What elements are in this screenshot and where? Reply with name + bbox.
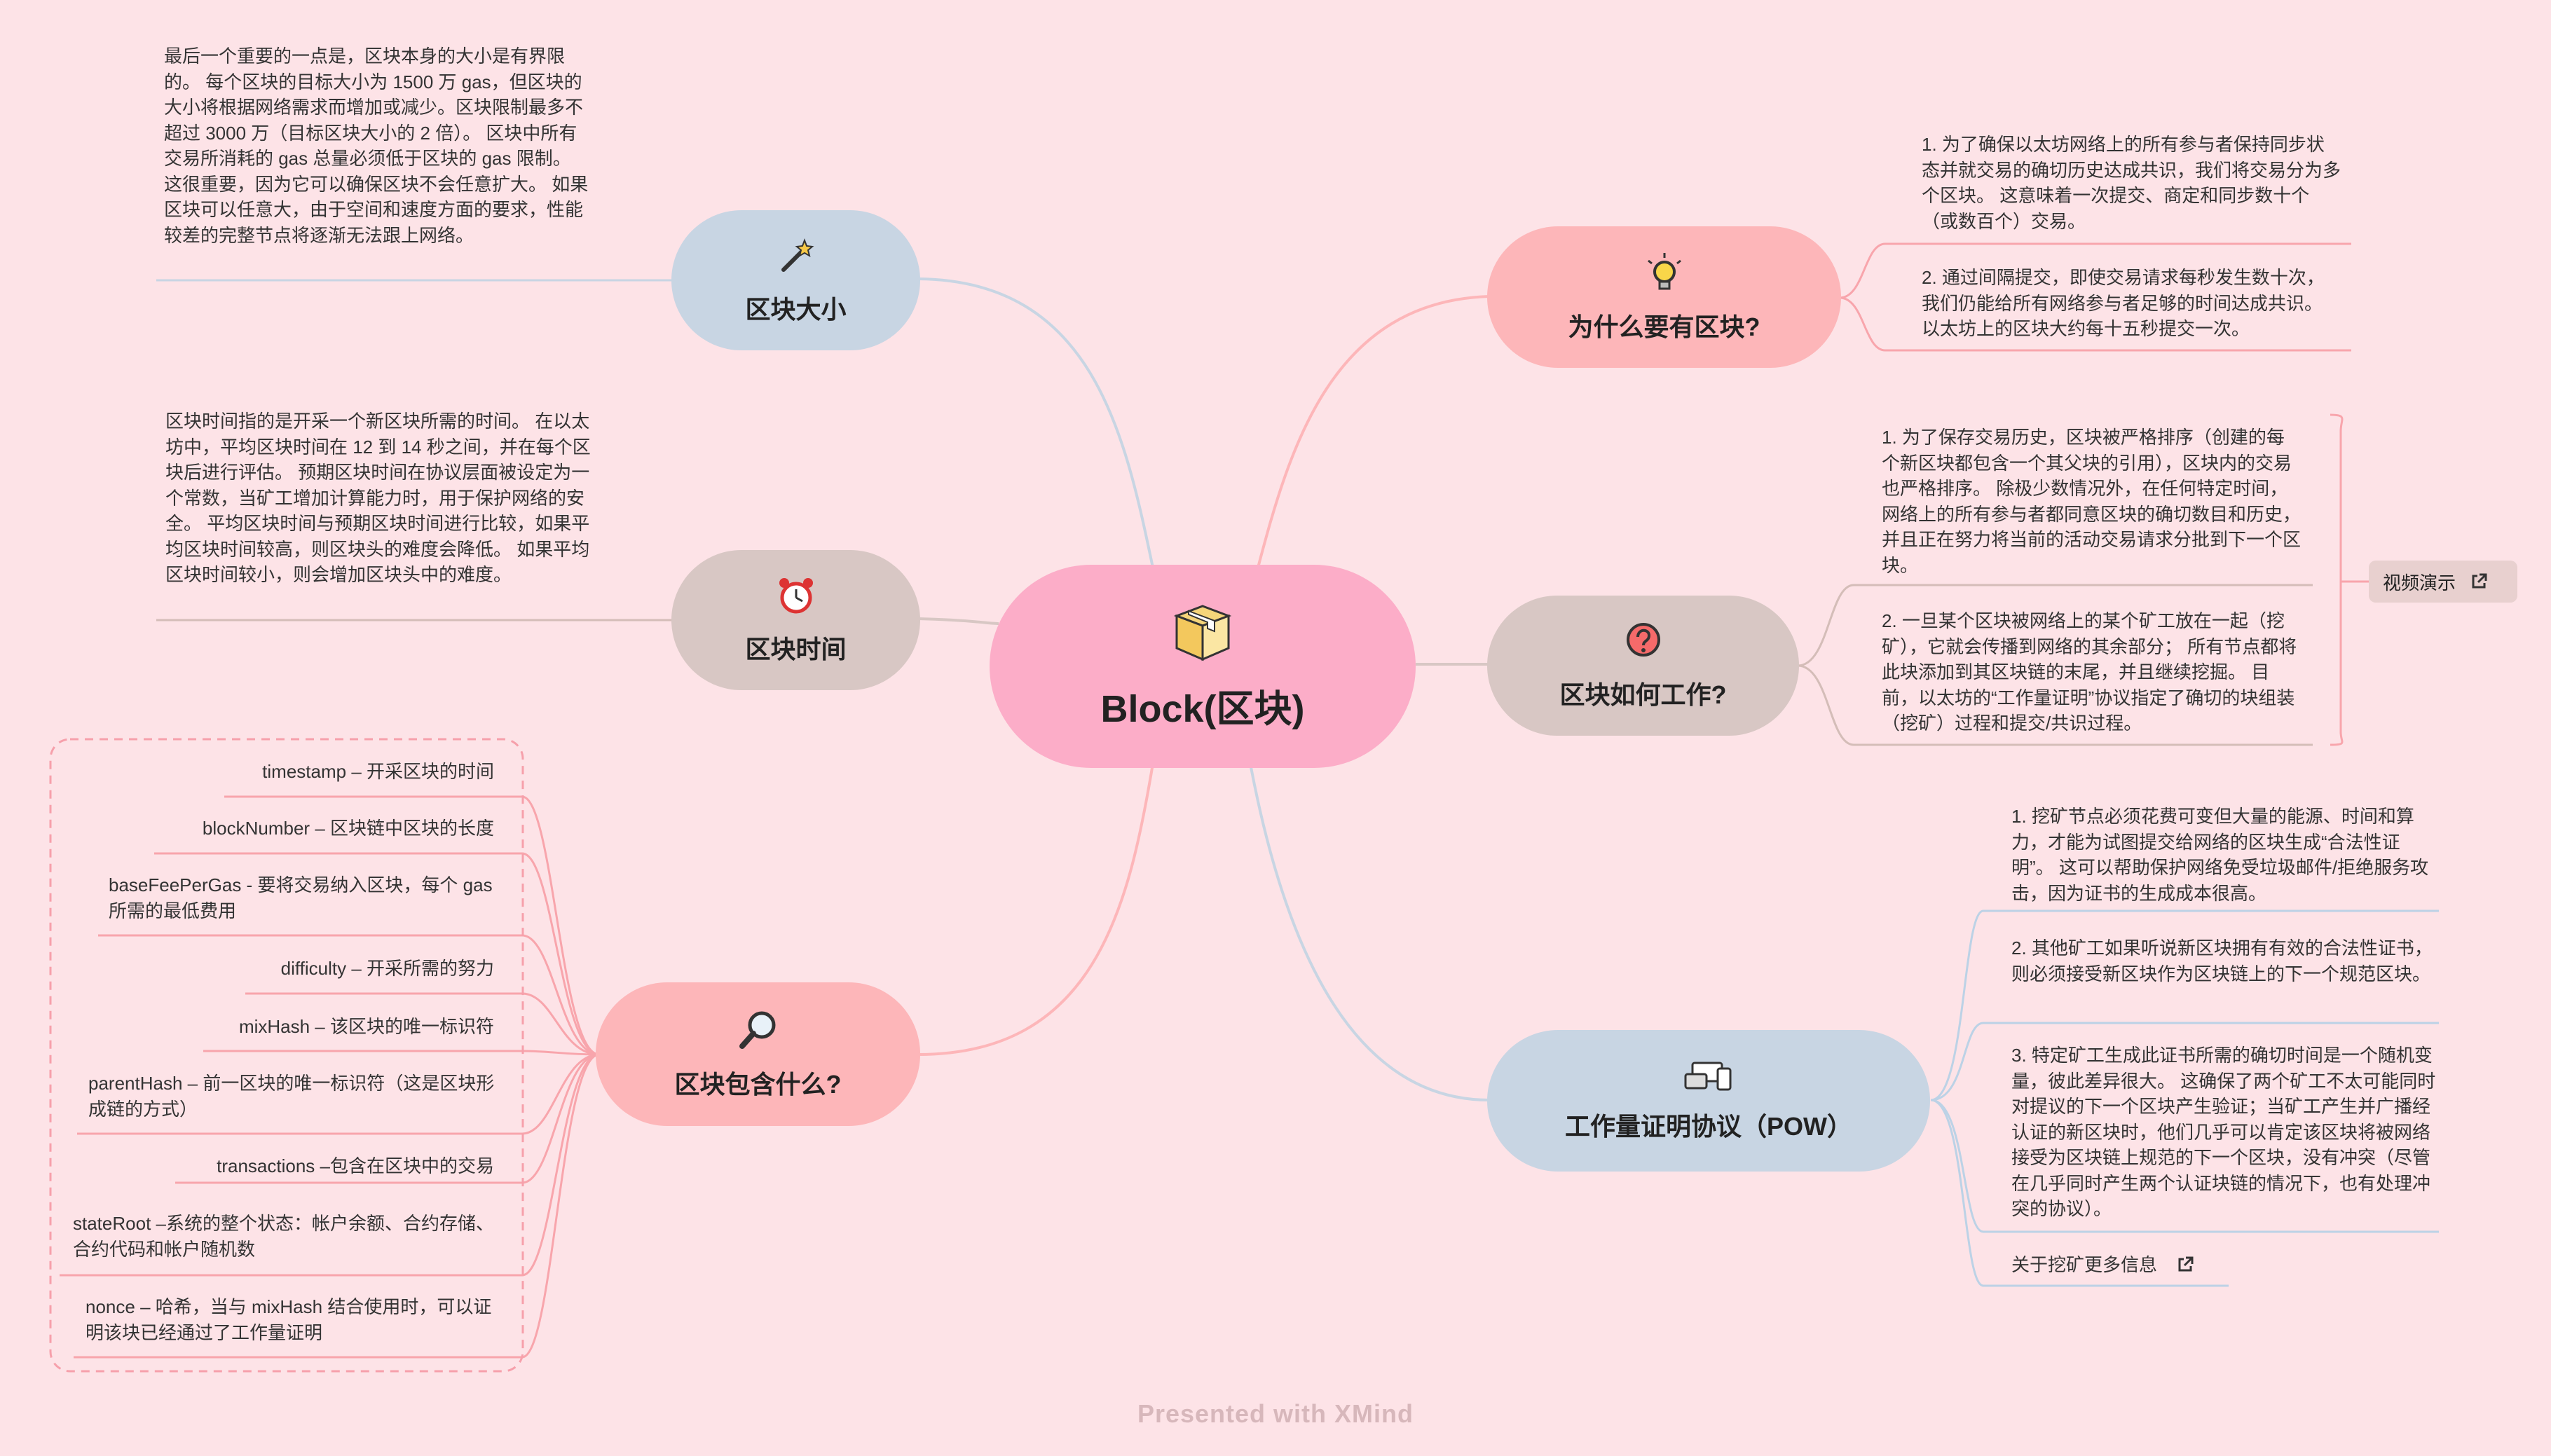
magnifier-icon — [739, 1011, 775, 1049]
pow-note-2: 2. 其他矿工如果听说新区块拥有有效的合法性证书，则必须接受新区块作为区块链上的… — [2011, 938, 2433, 984]
topic-block-contents[interactable]: 区块包含什么? — [596, 982, 920, 1126]
topic-label: 工作量证明协议（POW） — [1565, 1112, 1852, 1141]
contents-item-basefee: baseFeePerGas - 要将交易纳入区块，每个 gas 所需的最低费用 — [109, 874, 493, 921]
contents-item-transactions: transactions –包含在区块中的交易 — [217, 1155, 494, 1176]
contents-item-blocknumber: blockNumber – 区块链中区块的长度 — [202, 818, 494, 839]
contents-item-nonce: nonce – 哈希，当与 mixHash 结合使用时，可以证明该块已经通过了工… — [86, 1296, 492, 1343]
root-title: Block(区块) — [1100, 687, 1305, 730]
block-time-note: 区块时间指的是开采一个新区块所需的时间。 在以太坊中，平均区块时间在 12 到 … — [165, 411, 591, 585]
contents-item-stateroot: stateRoot –系统的整个状态：帐户余额、合约存储、合约代码和帐户随机数 — [73, 1213, 494, 1260]
devices-icon — [1684, 1062, 1732, 1091]
pow-note-3: 3. 特定矿工生成此证书所需的确切时间是一个随机变量，彼此差异很大。 这确保了两… — [2011, 1045, 2436, 1219]
topic-block-size[interactable]: 区块大小 — [671, 210, 920, 350]
how-note-1: 1. 为了保存交易历史，区块被严格排序（创建的每个新区块都包含一个其父块的引用）… — [1882, 427, 2302, 576]
question-icon — [1626, 623, 1660, 657]
mining-info-link[interactable]: 关于挖矿更多信息 — [2011, 1252, 2194, 1278]
video-demo-link[interactable]: 视频演示 — [2369, 561, 2517, 603]
mindmap-canvas: Block(区块) 区块大小 最后一个重要的一点是，区块本身的大小是有界限的。 … — [0, 0, 2551, 1456]
topic-how-blocks-work[interactable]: 区块如何工作? — [1487, 596, 1799, 736]
contents-item-difficulty: difficulty – 开采所需的努力 — [280, 958, 494, 979]
topic-label: 区块如何工作? — [1559, 680, 1727, 709]
topic-why-blocks[interactable]: 为什么要有区块? — [1487, 226, 1841, 368]
root-node[interactable]: Block(区块) — [990, 565, 1416, 768]
magic-wand-icon — [781, 238, 814, 272]
contents-item-parenthash: parentHash – 前一区块的唯一标识符（这是区块形成链的方式） — [88, 1073, 495, 1120]
topic-label: 为什么要有区块? — [1568, 313, 1760, 341]
topic-label: 区块大小 — [745, 295, 847, 324]
topic-block-time[interactable]: 区块时间 — [671, 550, 920, 690]
how-note-2: 2. 一旦某个区块被网络上的某个矿工放在一起（挖矿），它就会传播到网络的其余部分… — [1882, 610, 2297, 734]
lightbulb-icon — [1647, 253, 1681, 290]
external-link-icon — [2178, 1256, 2194, 1272]
package-icon — [1173, 604, 1232, 661]
alarm-clock-icon — [779, 578, 813, 614]
footer-watermark: Presented with XMind — [1137, 1399, 1414, 1428]
external-link-icon — [2472, 573, 2487, 589]
topic-label: 区块包含什么? — [674, 1069, 842, 1099]
mining-info-label: 关于挖矿更多信息 — [2011, 1254, 2158, 1275]
pow-note-1: 1. 挖矿节点必须花费可变但大量的能源、时间和算力，才能为试图提交给网络的区块生… — [2011, 806, 2429, 904]
topic-pow[interactable]: 工作量证明协议（POW） — [1487, 1030, 1930, 1172]
block-size-note: 最后一个重要的一点是，区块本身的大小是有界限的。 每个区块的目标大小为 1500… — [164, 46, 589, 246]
why-note-2: 2. 通过间隔提交，即使交易请求每秒发生数十次，我们仍能给所有网络参与者足够的时… — [1922, 267, 2325, 339]
contents-item-timestamp: timestamp – 开采区块的时间 — [262, 761, 494, 782]
why-note-1: 1. 为了确保以太坊网络上的所有参与者保持同步状态并就交易的确切历史达成共识，我… — [1922, 134, 2341, 232]
topic-label: 区块时间 — [745, 635, 847, 664]
video-demo-label: 视频演示 — [2383, 572, 2456, 593]
contents-item-mixhash: mixHash – 该区块的唯一标识符 — [238, 1016, 494, 1037]
